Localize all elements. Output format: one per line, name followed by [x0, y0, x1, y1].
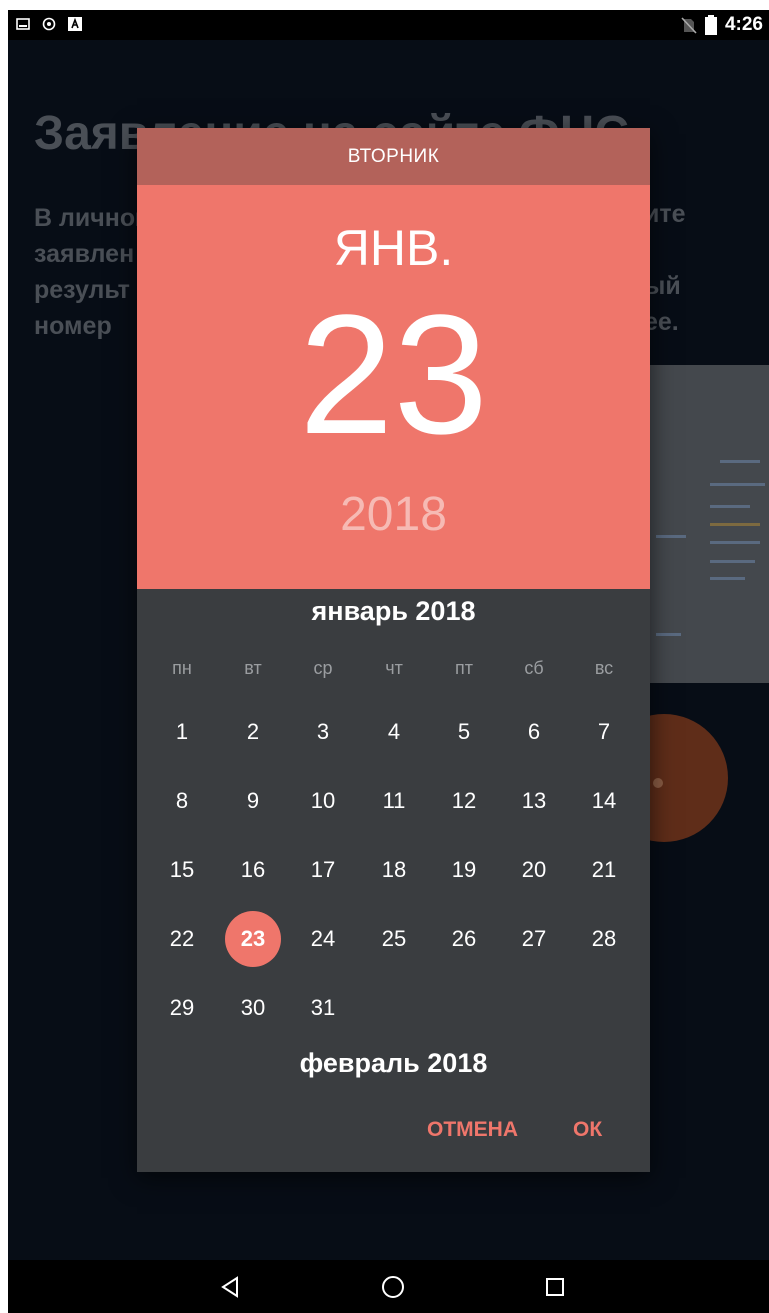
selected-month[interactable]: ЯНВ. — [137, 219, 650, 277]
calendar-day[interactable]: 30 — [225, 980, 281, 1036]
calendar-day[interactable]: 7 — [576, 704, 632, 760]
calendar-day[interactable]: 24 — [295, 911, 351, 967]
background-screenshot-image — [650, 365, 769, 683]
calendar-day[interactable]: 2 — [225, 704, 281, 760]
calendar-day[interactable]: 4 — [366, 704, 422, 760]
weekday-label: пт — [455, 658, 473, 678]
date-picker-dialog: ВТОРНИК ЯНВ. 23 2018 январь 2018 пн вт ср ч… — [137, 128, 650, 1172]
calendar-day[interactable]: 14 — [576, 773, 632, 829]
screen: 4:26 Заявление на сайте ФНС В личном зая… — [8, 10, 769, 1313]
weekday-label: ср — [313, 658, 333, 678]
calendar-month-title: январь 2018 — [311, 596, 476, 626]
calendar-day[interactable]: 9 — [225, 773, 281, 829]
calendar-day[interactable]: 28 — [576, 911, 632, 967]
calendar-day[interactable]: 13 — [506, 773, 562, 829]
calendar-day[interactable]: 12 — [436, 773, 492, 829]
cancel-button[interactable]: ОТМЕНА — [427, 1118, 518, 1142]
calendar-day[interactable]: 18 — [366, 842, 422, 898]
ok-button[interactable]: ОК — [573, 1118, 602, 1142]
calendar-day[interactable]: 26 — [436, 911, 492, 967]
next-month-title: февраль 2018 — [299, 1048, 488, 1078]
selected-day[interactable]: 23 — [137, 285, 650, 465]
status-bar-left — [16, 17, 82, 31]
weekday-label: вс — [594, 658, 614, 678]
status-bar: 4:26 — [8, 10, 769, 40]
calendar-day[interactable]: 15 — [154, 842, 210, 898]
back-icon[interactable] — [214, 1271, 246, 1303]
image-icon — [16, 18, 30, 30]
weekday-label: сб — [524, 658, 544, 678]
calendar-day-selected[interactable]: 23 — [225, 911, 281, 967]
calendar-day[interactable]: 10 — [295, 773, 351, 829]
battery-icon — [704, 15, 717, 35]
calendar-day[interactable]: 16 — [225, 842, 281, 898]
calendar-day[interactable]: 31 — [295, 980, 351, 1036]
calendar-day[interactable]: 27 — [506, 911, 562, 967]
navigation-bar — [8, 1260, 769, 1313]
status-bar-right: 4:26 — [681, 14, 763, 36]
calendar-day[interactable]: 19 — [436, 842, 492, 898]
clock-time: 4:26 — [724, 14, 763, 35]
calendar-day[interactable]: 1 — [154, 704, 210, 760]
calendar-day[interactable]: 21 — [576, 842, 632, 898]
weekday-label: вт — [244, 658, 262, 678]
date-header: ЯНВ. 23 2018 — [137, 185, 650, 589]
selected-year[interactable]: 2018 — [137, 487, 650, 542]
calendar-day[interactable]: 17 — [295, 842, 351, 898]
weekday-label: пн — [172, 658, 192, 678]
font-a-icon — [68, 17, 82, 31]
calendar-day[interactable]: 3 — [295, 704, 351, 760]
settings-circle-icon — [42, 17, 56, 31]
calendar-day[interactable]: 29 — [154, 980, 210, 1036]
calendar-day[interactable]: 22 — [154, 911, 210, 967]
calendar-day[interactable]: 8 — [154, 773, 210, 829]
background-line-right: ите — [644, 200, 686, 228]
calendar-day[interactable]: 20 — [506, 842, 562, 898]
day-of-week-header: ВТОРНИК — [137, 128, 650, 185]
home-icon[interactable] — [377, 1271, 409, 1303]
background-action-icon — [653, 778, 663, 788]
calendar-day[interactable]: 25 — [366, 911, 422, 967]
calendar-day[interactable]: 5 — [436, 704, 492, 760]
calendar-day[interactable]: 11 — [366, 773, 422, 829]
weekday-label: чт — [385, 658, 403, 678]
no-sim-icon — [681, 17, 697, 34]
calendar-day[interactable]: 6 — [506, 704, 562, 760]
recents-icon[interactable] — [539, 1271, 571, 1303]
